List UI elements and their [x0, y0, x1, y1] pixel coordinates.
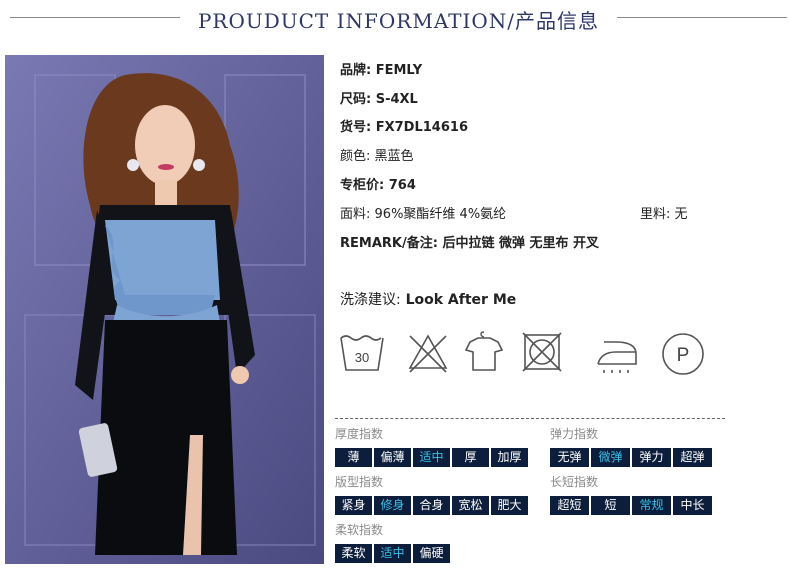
fit-option: 肥大 — [491, 496, 528, 515]
care-icons: 30 P — [338, 330, 718, 380]
dotted-divider — [335, 418, 725, 419]
section-header: PROUDUCT INFORMATION/产品信息 — [0, 0, 789, 36]
spec-fabric-value: 96%聚酯纤维 4%氨纶 — [374, 207, 507, 222]
svg-text:P: P — [677, 345, 690, 366]
spec-brand-value: FEMLY — [375, 63, 423, 78]
spec-lining-key: 里料: — [640, 207, 671, 222]
spec-wash: 洗涤建议: Look After Me — [340, 289, 516, 311]
spec-sku: 货号: FX7DL14616 — [340, 117, 468, 139]
length-index: 长短指数 超短 短 常规 中长 — [550, 474, 712, 515]
dry-clean-p-icon: P — [662, 333, 704, 375]
spec-size-value: S-4XL — [375, 92, 418, 107]
fit-option-selected: 修身 — [374, 496, 411, 515]
spec-remark-key: REMARK/备注: — [340, 236, 438, 251]
spec-wash-value: Look After Me — [405, 292, 517, 308]
fit-option: 紧身 — [335, 496, 372, 515]
svg-text:30: 30 — [355, 350, 369, 365]
hang-dry-icon — [464, 331, 504, 371]
spec-lining-value: 无 — [674, 207, 688, 222]
thickness-option: 厚 — [452, 448, 489, 467]
length-option: 短 — [591, 496, 630, 515]
elasticity-index-label: 弹力指数 — [550, 427, 599, 441]
spec-fabric-key: 面料: — [340, 207, 371, 222]
spec-size: 尺码: S-4XL — [340, 89, 418, 111]
thickness-option: 偏薄 — [374, 448, 411, 467]
fit-option: 宽松 — [452, 496, 489, 515]
spec-brand-key: 品牌: — [340, 63, 372, 78]
spec-color-key: 颜色: — [340, 149, 371, 164]
iron-icon — [597, 341, 637, 373]
spec-color-value: 黑蓝色 — [374, 149, 414, 164]
spec-wash-key: 洗涤建议: — [340, 292, 401, 308]
elasticity-index: 弹力指数 无弹 微弹 弹力 超弹 — [550, 426, 712, 467]
thickness-index: 厚度指数 薄 偏薄 适中 厚 加厚 — [335, 426, 528, 467]
length-option: 超短 — [550, 496, 589, 515]
elasticity-option: 弹力 — [632, 448, 671, 467]
thickness-index-label: 厚度指数 — [335, 427, 384, 441]
spec-brand: 品牌: FEMLY — [340, 60, 422, 82]
thickness-option-selected: 适中 — [413, 448, 450, 467]
spec-price-key: 专柜价: — [340, 178, 385, 193]
wash-30-icon: 30 — [340, 335, 384, 371]
length-option: 中长 — [673, 496, 712, 515]
fit-index-options: 紧身 修身 合身 宽松 肥大 — [335, 496, 528, 515]
elasticity-option: 超弹 — [673, 448, 712, 467]
header-rule-left — [10, 17, 180, 18]
softness-option-selected: 适中 — [374, 544, 411, 563]
spec-fabric: 面料: 96%聚酯纤维 4%氨纶 里料: 无 — [340, 204, 770, 226]
length-index-label: 长短指数 — [550, 475, 599, 489]
spec-sku-value: FX7DL14616 — [375, 120, 468, 135]
product-photo-illustration — [5, 55, 324, 564]
elasticity-option-selected: 微弹 — [591, 448, 630, 467]
elasticity-option: 无弹 — [550, 448, 589, 467]
softness-index-options: 柔软 适中 偏硬 — [335, 544, 450, 563]
spec-color: 颜色: 黑蓝色 — [340, 146, 414, 168]
header-rule-right — [617, 17, 787, 18]
spec-remark-value: 后中拉链 微弹 无里布 开叉 — [442, 236, 600, 251]
softness-index-label: 柔软指数 — [335, 523, 384, 537]
section-title: PROUDUCT INFORMATION/产品信息 — [197, 9, 600, 33]
thickness-index-options: 薄 偏薄 适中 厚 加厚 — [335, 448, 528, 467]
fit-option: 合身 — [413, 496, 450, 515]
length-option-selected: 常规 — [632, 496, 671, 515]
thickness-option: 薄 — [335, 448, 372, 467]
no-bleach-icon — [408, 334, 448, 373]
spec-price-value: 764 — [388, 178, 416, 193]
fit-index-label: 版型指数 — [335, 475, 384, 489]
spec-remark: REMARK/备注: 后中拉链 微弹 无里布 开叉 — [340, 233, 599, 255]
softness-index: 柔软指数 柔软 适中 偏硬 — [335, 522, 450, 563]
no-tumble-dry-icon — [522, 332, 562, 372]
spec-sku-key: 货号: — [340, 120, 372, 135]
length-index-options: 超短 短 常规 中长 — [550, 496, 712, 515]
fit-index: 版型指数 紧身 修身 合身 宽松 肥大 — [335, 474, 528, 515]
spec-lining: 里料: 无 — [640, 204, 688, 226]
softness-option: 柔软 — [335, 544, 372, 563]
thickness-option: 加厚 — [491, 448, 528, 467]
spec-size-key: 尺码: — [340, 92, 372, 107]
spec-price: 专柜价: 764 — [340, 175, 416, 197]
product-photo — [5, 55, 324, 564]
softness-option: 偏硬 — [413, 544, 450, 563]
elasticity-index-options: 无弹 微弹 弹力 超弹 — [550, 448, 712, 467]
